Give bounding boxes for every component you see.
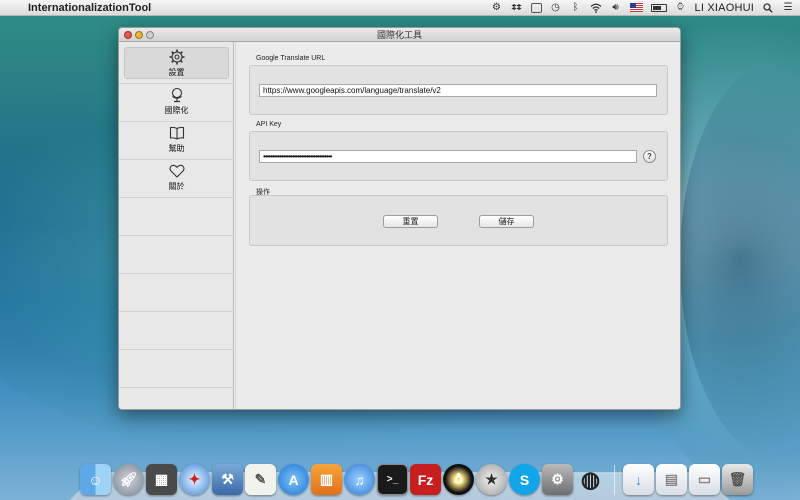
sidebar-divider xyxy=(119,349,234,350)
dropbox-icon[interactable] xyxy=(511,2,523,14)
dock: ☺ 🚀︎ ▦ ✦ ⚒ ✎ A ▥ ♫ >_ Fz 🐧︎ ★ S ⚙ ◍ ↓ ▤ … xyxy=(80,459,753,495)
itunes-icon[interactable]: ♫ xyxy=(344,464,375,495)
clock-icon[interactable]: ⌚︎ xyxy=(675,2,687,14)
terminal-icon[interactable]: >_ xyxy=(377,464,408,495)
sidebar-divider xyxy=(119,273,234,274)
settings-panel: Google Translate URL API Key ? 操作 重置 儲存 xyxy=(235,42,680,409)
dock-separator xyxy=(614,465,615,495)
app-menu[interactable]: InternationalizationTool xyxy=(28,2,151,14)
help-button[interactable]: ? xyxy=(643,150,656,163)
close-button[interactable] xyxy=(124,30,132,39)
bluetooth-icon[interactable]: ᛒ xyxy=(570,2,582,14)
actions-group: 重置 儲存 xyxy=(249,195,668,246)
sidebar-item-help[interactable]: 幫助 xyxy=(124,123,229,155)
reset-button[interactable]: 重置 xyxy=(383,215,438,228)
gear-icon[interactable]: ⚙ xyxy=(491,2,503,14)
minimize-button[interactable] xyxy=(135,30,143,39)
textedit-icon[interactable]: ✎ xyxy=(245,464,276,495)
globe-stand-icon xyxy=(169,87,185,103)
globe-icon[interactable]: ◍ xyxy=(575,464,606,495)
search-icon[interactable] xyxy=(762,2,774,14)
status-area: ⚙ ◷ ᛒ 🔊︎ ⌚︎ LI XIAOHUI ☰ xyxy=(491,2,800,14)
finder-icon[interactable]: ☺ xyxy=(80,464,111,495)
sidebar-item-label: 幫助 xyxy=(168,143,185,153)
sidebar-item-internationalization[interactable]: 國際化 xyxy=(124,85,229,117)
url-group xyxy=(249,65,668,115)
sidebar-divider xyxy=(119,311,234,312)
user-name[interactable]: LI XIAOHUI xyxy=(695,2,754,14)
sidebar: 設置 國際化 幫助 關於 xyxy=(119,42,234,409)
sidebar-item-label: 關於 xyxy=(168,181,185,191)
qq-icon[interactable]: 🐧︎ xyxy=(443,464,474,495)
sidebar-item-settings[interactable]: 設置 xyxy=(124,47,229,79)
book-icon xyxy=(169,125,185,141)
menu-bar: InternationalizationTool ⚙ ◷ ᛒ 🔊︎ ⌚︎ LI … xyxy=(0,0,800,16)
app-store-icon[interactable]: A xyxy=(278,464,309,495)
safari-icon[interactable]: ✦ xyxy=(179,464,210,495)
sidebar-item-label: 國際化 xyxy=(164,105,189,115)
sidebar-divider xyxy=(119,159,234,160)
trash-icon[interactable]: 🗑︎ xyxy=(722,464,753,495)
sidebar-divider xyxy=(119,235,234,236)
window-icon[interactable] xyxy=(530,2,542,13)
sidebar-divider xyxy=(119,83,234,84)
api-key-group-label: API Key xyxy=(256,121,282,128)
sidebar-item-about[interactable]: 關於 xyxy=(124,161,229,193)
url-group-label: Google Translate URL xyxy=(256,55,326,62)
xcode-icon[interactable]: ⚒ xyxy=(212,464,243,495)
save-button[interactable]: 儲存 xyxy=(479,215,534,228)
time-machine-icon[interactable]: ◷ xyxy=(550,2,562,14)
window-title: 國際化工具 xyxy=(376,30,422,40)
sidebar-divider xyxy=(119,197,234,198)
api-key-input[interactable] xyxy=(259,150,637,163)
app-window: 國際化工具 設置 國際化 幫助 關於 Google Translate URL … xyxy=(118,27,681,410)
heart-icon xyxy=(168,163,185,179)
translate-url-input[interactable] xyxy=(259,84,657,97)
notifications-icon[interactable]: ☰ xyxy=(782,2,794,14)
desktop-stack-icon[interactable]: ▭ xyxy=(689,464,720,495)
skype-icon[interactable]: S xyxy=(509,464,540,495)
title-bar[interactable]: 國際化工具 xyxy=(119,28,680,42)
sidebar-item-label: 設置 xyxy=(168,67,185,77)
wifi-icon[interactable] xyxy=(590,2,602,14)
filezilla-icon[interactable]: Fz xyxy=(410,464,441,495)
mission-control-icon[interactable]: ▦ xyxy=(146,464,177,495)
gear-icon xyxy=(169,49,185,65)
system-preferences-icon[interactable]: ⚙ xyxy=(542,464,573,495)
us-flag-icon[interactable] xyxy=(629,3,643,12)
sidebar-divider xyxy=(119,387,234,388)
api-key-group: ? xyxy=(249,131,668,181)
battery-icon[interactable] xyxy=(650,3,667,12)
instruments-icon[interactable]: ★ xyxy=(476,464,507,495)
launchpad-icon[interactable]: 🚀︎ xyxy=(113,464,144,495)
ibooks-icon[interactable]: ▥ xyxy=(311,464,342,495)
zoom-button[interactable] xyxy=(146,30,154,39)
window-controls xyxy=(124,30,154,39)
sidebar-divider xyxy=(119,121,234,122)
documents-stack-icon[interactable]: ▤ xyxy=(656,464,687,495)
volume-icon[interactable]: 🔊︎ xyxy=(610,2,622,14)
downloads-stack-icon[interactable]: ↓ xyxy=(623,464,654,495)
